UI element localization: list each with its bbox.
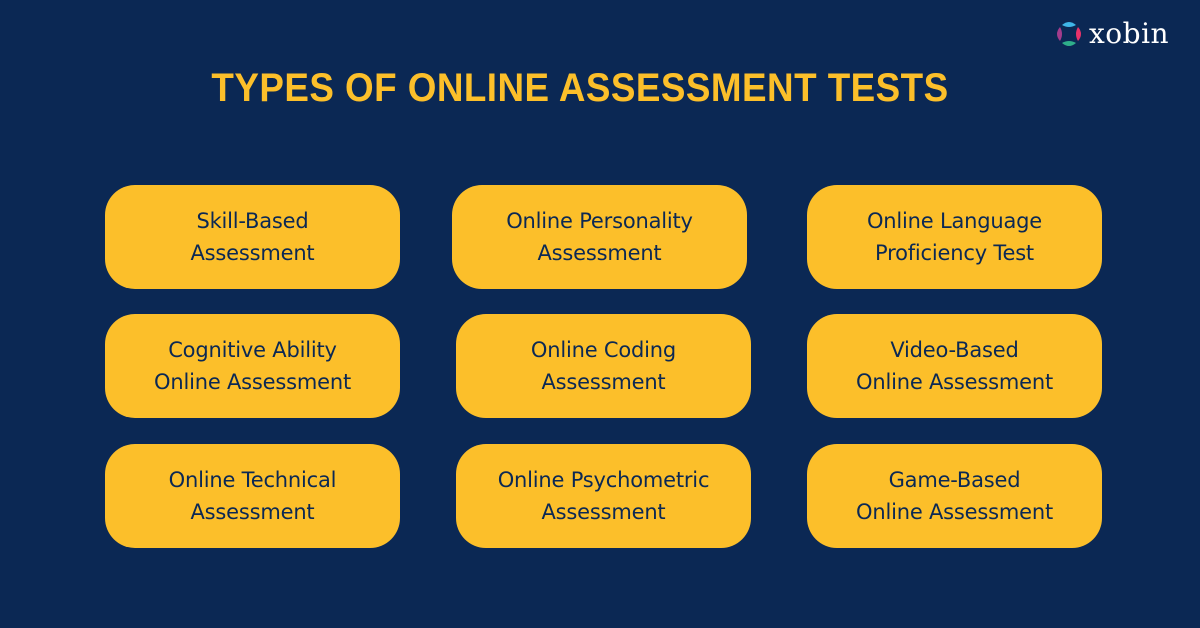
assessment-card-cognitive-ability: Cognitive Ability Online Assessment	[105, 314, 400, 418]
card-label: Online Coding Assessment	[530, 338, 677, 394]
assessment-card-coding: Online Coding Assessment	[456, 314, 751, 418]
card-label: Online Psychometric Assessment	[497, 468, 710, 524]
assessment-card-psychometric: Online Psychometric Assessment	[456, 444, 751, 548]
card-label: Game-Based Online Assessment	[856, 468, 1053, 524]
card-label: Online Technical Assessment	[168, 468, 337, 524]
assessment-card-game-based: Game-Based Online Assessment	[807, 444, 1102, 548]
assessment-card-personality: Online Personality Assessment	[452, 185, 747, 289]
card-label: Skill-Based Assessment	[190, 209, 315, 265]
page-title: TYPES OF ONLINE ASSESSMENT TESTS	[211, 66, 949, 110]
card-label: Online Language Proficiency Test	[866, 209, 1043, 265]
assessment-card-technical: Online Technical Assessment	[105, 444, 400, 548]
xobin-logo-icon	[1057, 22, 1081, 46]
card-label: Cognitive Ability Online Assessment	[154, 338, 351, 394]
assessment-card-skill-based: Skill-Based Assessment	[105, 185, 400, 289]
brand-name: xobin	[1089, 17, 1170, 50]
card-label: Video-Based Online Assessment	[856, 338, 1053, 394]
card-label: Online Personality Assessment	[506, 209, 693, 265]
brand-logo: xobin	[1055, 17, 1169, 51]
assessment-card-language-proficiency: Online Language Proficiency Test	[807, 185, 1102, 289]
assessment-card-video-based: Video-Based Online Assessment	[807, 314, 1102, 418]
